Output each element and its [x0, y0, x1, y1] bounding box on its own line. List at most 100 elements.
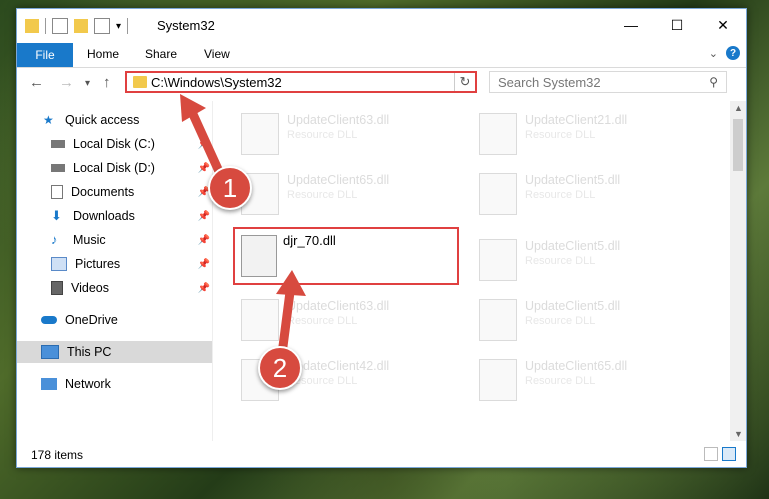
tab-file[interactable]: File [17, 43, 73, 67]
sidebar-item-local-disk-d[interactable]: Local Disk (D:) 📌 [51, 157, 212, 179]
file-type: Resource DLL [287, 129, 358, 141]
sidebar-item-videos[interactable]: Videos 📌 [51, 277, 212, 299]
folder-icon [133, 76, 147, 88]
sidebar-item-quick-access[interactable]: ★ Quick access [43, 109, 212, 131]
sidebar-item-local-disk-c[interactable]: Local Disk (C:) 📌 [51, 133, 212, 155]
back-button[interactable]: ← [29, 74, 44, 91]
help-icon[interactable]: ? [726, 46, 740, 60]
search-input[interactable]: Search System32 ⚲ [489, 71, 727, 93]
sidebar-item-documents[interactable]: Documents 📌 [51, 181, 212, 203]
list-item[interactable]: UpdateClient5.dll Resource DLL [477, 293, 697, 343]
file-name: djr_70.dll [283, 233, 336, 248]
step-badge-1: 1 [208, 166, 252, 210]
ribbon-controls: ⌄ ? [709, 46, 740, 60]
sidebar-item-network[interactable]: Network [41, 373, 212, 395]
dll-file-icon [479, 113, 517, 155]
pin-icon[interactable]: 📌 [198, 163, 210, 174]
file-type: Resource DLL [525, 255, 596, 267]
file-name: UpdateClient65.dll [287, 173, 390, 187]
tab-home[interactable]: Home [87, 47, 119, 61]
window-title: System32 [157, 18, 215, 33]
forward-button[interactable]: → [59, 74, 74, 91]
pin-icon[interactable]: 📌 [198, 259, 210, 270]
file-name: UpdateClient63.dll [287, 299, 390, 313]
sidebar-item-label: Local Disk (C:) [73, 137, 155, 151]
star-icon: ★ [43, 113, 54, 127]
sidebar-item-onedrive[interactable]: OneDrive [41, 309, 212, 331]
sidebar-item-pictures[interactable]: Pictures 📌 [51, 253, 212, 275]
sidebar-item-label: Videos [71, 281, 109, 295]
drive-icon [51, 140, 65, 148]
highlighted-file-djr-70[interactable]: djr_70.dll [233, 227, 459, 285]
customize-qat-icon[interactable] [94, 18, 110, 34]
pin-icon[interactable]: 📌 [198, 283, 210, 294]
window-controls: — ☐ ✕ [608, 9, 746, 41]
dll-file-icon [479, 299, 517, 341]
details-view-icon[interactable] [704, 447, 718, 461]
list-item[interactable]: UpdateClient5.dll Resource DLL [477, 167, 697, 217]
list-item[interactable]: UpdateClient21.dll Resource DLL [477, 107, 697, 157]
sidebar-item-label: Documents [71, 185, 135, 199]
file-name: UpdateClient21.dll [525, 113, 628, 127]
dll-file-icon [241, 299, 279, 341]
tab-view[interactable]: View [204, 47, 230, 61]
file-name: UpdateClient5.dll [525, 299, 621, 313]
explorer-window: ▾ System32 — ☐ ✕ File Home Share View ⌄ … [16, 8, 747, 468]
scrollbar-thumb[interactable] [733, 119, 743, 171]
file-name: UpdateClient5.dll [525, 173, 621, 187]
sidebar-item-this-pc[interactable]: This PC [17, 341, 212, 363]
step-badge-2: 2 [258, 346, 302, 390]
sidebar-item-label: Local Disk (D:) [73, 161, 155, 175]
dll-file-icon [479, 173, 517, 215]
file-type: Resource DLL [287, 315, 358, 327]
new-folder-icon[interactable] [74, 19, 88, 33]
pictures-icon [51, 257, 67, 271]
file-list: UpdateClient63.dll Resource DLL UpdateCl… [213, 101, 729, 441]
network-icon [41, 378, 57, 390]
dll-file-icon [241, 235, 277, 277]
address-row: ← → ▾ ↑ C:\Windows\System32 ↻ Search Sys… [17, 69, 746, 97]
refresh-button[interactable]: ↻ [454, 73, 475, 91]
file-type: Resource DLL [287, 189, 358, 201]
dll-file-icon [479, 359, 517, 401]
address-bar[interactable]: C:\Windows\System32 ↻ [125, 71, 477, 93]
list-item[interactable]: UpdateClient65.dll Resource DLL [239, 167, 459, 217]
tab-share[interactable]: Share [145, 47, 177, 61]
close-button[interactable]: ✕ [700, 9, 746, 41]
pin-icon[interactable]: 📌 [198, 211, 210, 222]
file-type: Resource DLL [525, 189, 596, 201]
navigation-pane: ★ Quick access Local Disk (C:) 📌 Local D… [17, 101, 213, 441]
expand-ribbon-icon[interactable]: ⌄ [709, 47, 718, 60]
file-type: Resource DLL [525, 375, 596, 387]
sidebar-item-downloads[interactable]: ⬇ Downloads 📌 [51, 205, 212, 227]
properties-icon[interactable] [52, 18, 68, 34]
pin-icon[interactable]: 📌 [198, 139, 210, 150]
address-path[interactable]: C:\Windows\System32 [151, 75, 282, 90]
sidebar-item-label: Quick access [65, 113, 140, 127]
quick-access-toolbar: ▾ [25, 18, 129, 34]
view-toggle [704, 447, 736, 461]
large-icons-view-icon[interactable] [722, 447, 736, 461]
sidebar-item-label: OneDrive [65, 313, 118, 327]
pin-icon[interactable]: 📌 [198, 235, 210, 246]
scroll-down-icon[interactable]: ▼ [734, 429, 743, 439]
recent-locations-icon[interactable]: ▾ [85, 78, 90, 89]
file-name: UpdateClient5.dll [525, 239, 621, 253]
chevron-down-icon[interactable]: ▾ [116, 21, 121, 32]
sidebar-item-label: Music [73, 233, 106, 247]
list-item[interactable]: UpdateClient63.dll Resource DLL [239, 107, 459, 157]
vertical-scrollbar[interactable]: ▲ ▼ [730, 101, 746, 441]
file-type: Resource DLL [525, 315, 596, 327]
document-icon [51, 185, 63, 199]
list-item[interactable]: UpdateClient5.dll Resource DLL [477, 233, 697, 283]
search-icon: ⚲ [709, 75, 718, 89]
separator [45, 18, 46, 34]
music-icon: ♪ [51, 232, 58, 247]
up-button[interactable]: ↑ [103, 74, 111, 91]
list-item[interactable]: UpdateClient63.dll Resource DLL [239, 293, 459, 343]
list-item[interactable]: UpdateClient65.dll Resource DLL [477, 353, 697, 403]
scroll-up-icon[interactable]: ▲ [734, 103, 743, 113]
minimize-button[interactable]: — [608, 9, 654, 41]
sidebar-item-music[interactable]: ♪ Music 📌 [51, 229, 212, 251]
maximize-button[interactable]: ☐ [654, 9, 700, 41]
